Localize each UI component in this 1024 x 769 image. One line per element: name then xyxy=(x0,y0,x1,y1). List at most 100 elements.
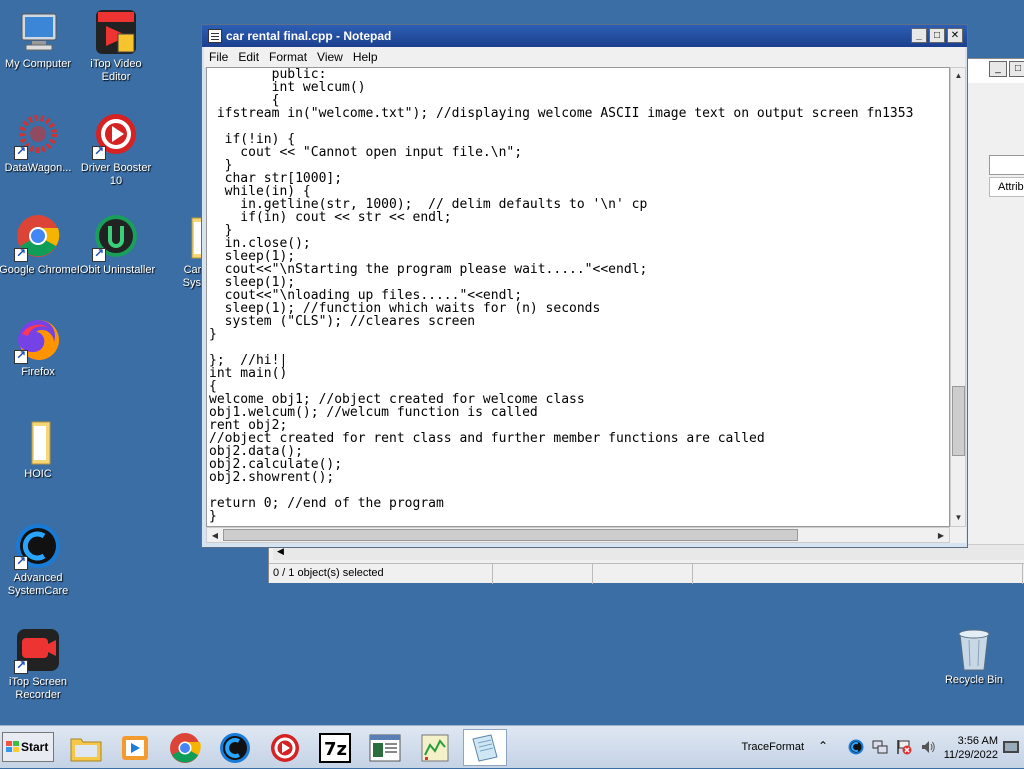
status-cell xyxy=(593,564,693,584)
system-tray: TraceFormat ⌃ 3:56 AM 11/29/2022 xyxy=(724,726,1024,769)
taskbar-chart-app-button[interactable] xyxy=(413,729,457,766)
desktop-icon-driver-booster[interactable]: Driver Booster 10 xyxy=(76,112,156,188)
system-clock[interactable]: 3:56 AM 11/29/2022 xyxy=(944,734,998,762)
explorer-statusbar: 0 / 1 object(s) selected xyxy=(269,563,1024,584)
shortcut-arrow-icon xyxy=(92,246,106,262)
screen-recorder-icon xyxy=(14,626,62,674)
status-cell xyxy=(493,564,593,584)
scroll-right-arrow-icon[interactable]: ▶ xyxy=(933,528,949,543)
taskbar-window-button[interactable] xyxy=(363,729,407,766)
desktop-icon-google-chrome[interactable]: Google Chrome xyxy=(0,214,78,277)
minimize-button[interactable]: _ xyxy=(989,61,1007,77)
explorer-window-controls: _ □ ✕ xyxy=(987,61,1024,77)
taskbar-notepad-button[interactable] xyxy=(463,729,507,766)
recycle-bin-icon xyxy=(950,624,998,672)
explorer-dropdown[interactable]: ▼ xyxy=(989,155,1024,175)
shortcut-arrow-icon xyxy=(14,144,28,160)
advanced-systemcare-tray-icon[interactable] xyxy=(848,739,864,755)
desktop-icon-itop-video-editor[interactable]: iTop Video Editor xyxy=(76,8,156,84)
start-button[interactable]: Start xyxy=(2,732,54,762)
menu-edit[interactable]: Edit xyxy=(233,47,264,67)
desktop-icon-itop-screen-recorder[interactable]: iTop Screen Recorder xyxy=(0,626,78,702)
driver-booster-icon xyxy=(271,733,299,762)
window-title: car rental final.cpp - Notepad xyxy=(226,29,392,43)
iobit-uninstaller-icon xyxy=(92,214,140,262)
taskbar-chrome-button[interactable] xyxy=(163,729,207,766)
vertical-scroll-thumb[interactable] xyxy=(952,386,965,456)
taskbar-advanced-systemcare-button[interactable] xyxy=(213,729,257,766)
computer-icon xyxy=(14,8,62,56)
shortcut-arrow-icon xyxy=(14,554,28,570)
desktop-icon-datawagon[interactable]: DataWagon... xyxy=(0,112,78,175)
menu-bar: File Edit Format View Help xyxy=(204,47,965,67)
status-cell xyxy=(693,564,1023,584)
advanced-systemcare-icon xyxy=(14,522,62,570)
desktop-icon-my-computer[interactable]: My Computer xyxy=(0,8,78,71)
start-label: Start xyxy=(21,740,49,754)
taskbar-driver-booster-button[interactable] xyxy=(263,729,307,766)
desktop-icon-label: iTop Screen Recorder xyxy=(8,676,68,701)
notepad-titlebar[interactable]: car rental final.cpp - Notepad _ □ ✕ xyxy=(202,25,967,47)
taskbar-7zip-button[interactable]: 7z xyxy=(313,729,357,766)
media-player-icon xyxy=(122,735,148,760)
status-selected-count: 0 / 1 object(s) selected xyxy=(269,564,493,584)
clock-time: 3:56 AM xyxy=(957,735,998,747)
firefox-icon xyxy=(14,316,62,364)
scroll-down-arrow-icon[interactable]: ▼ xyxy=(951,510,966,526)
close-button[interactable]: ✕ xyxy=(947,28,963,43)
menu-view[interactable]: View xyxy=(312,47,348,67)
shortcut-arrow-icon xyxy=(14,348,28,364)
desktop-icon-label: Recycle Bin xyxy=(944,674,1004,686)
desktop-icon-label: Advanced SystemCare xyxy=(7,572,69,597)
taskbar: Start 7z TraceFormat ⌃ 3:56 AM 11/29/202… xyxy=(0,725,1024,768)
horizontal-scroll-thumb[interactable] xyxy=(223,529,798,541)
clock-date: 11/29/2022 xyxy=(943,749,998,761)
network-icon[interactable] xyxy=(872,739,888,755)
desktop-icon-label: DataWagon... xyxy=(4,162,72,174)
shortcut-arrow-icon xyxy=(92,144,106,160)
folder-icon xyxy=(14,418,62,466)
show-hidden-icons-chevron-icon[interactable]: ⌃ xyxy=(818,739,834,755)
attributes-column-header[interactable]: Attributes xyxy=(989,177,1024,197)
minimize-button[interactable]: _ xyxy=(911,28,927,43)
text-editor-area[interactable]: public: int welcum() { ifstream in("welc… xyxy=(206,67,950,527)
desktop-icon-label: My Computer xyxy=(4,58,72,70)
shortcut-arrow-icon xyxy=(14,658,28,674)
shortcut-arrow-icon xyxy=(14,246,28,262)
taskbar-media-player-button[interactable] xyxy=(113,729,157,766)
desktop-icon-advanced-systemcare[interactable]: Advanced SystemCare xyxy=(0,522,78,598)
desktop-icon-firefox[interactable]: Firefox xyxy=(0,316,78,379)
volume-icon[interactable] xyxy=(920,739,936,755)
horizontal-scrollbar[interactable]: ◀ ▶ xyxy=(206,527,950,543)
menu-file[interactable]: File xyxy=(204,47,233,67)
tray-toolbar-label[interactable]: TraceFormat xyxy=(741,741,804,753)
desktop-icon-label: HOIC xyxy=(24,468,52,480)
advanced-systemcare-icon xyxy=(220,732,250,763)
scroll-up-arrow-icon[interactable]: ▲ xyxy=(951,68,966,84)
desktop-icon-label: IObit Uninstaller xyxy=(76,264,156,276)
editor-content[interactable]: public: int welcum() { ifstream in("welc… xyxy=(207,68,949,523)
notepad-icon xyxy=(208,29,222,43)
action-center-warning-icon[interactable] xyxy=(896,739,912,755)
notepad-icon xyxy=(472,733,498,762)
datawagon-icon xyxy=(14,112,62,160)
scrollbar-corner xyxy=(950,527,966,543)
video-editor-icon xyxy=(92,8,140,56)
maximize-button[interactable]: □ xyxy=(1009,61,1024,77)
notepad-window-controls: _ □ ✕ xyxy=(909,28,963,43)
desktop-icon-hoic[interactable]: HOIC xyxy=(0,418,78,481)
svg-text:7z: 7z xyxy=(324,739,347,760)
vertical-scrollbar[interactable]: ▲ ▼ xyxy=(950,67,966,527)
desktop-icon-label: iTop Video Editor xyxy=(90,58,142,83)
taskbar-explorer-button[interactable] xyxy=(64,729,108,766)
menu-help[interactable]: Help xyxy=(348,47,383,67)
menu-format[interactable]: Format xyxy=(264,47,312,67)
scroll-left-arrow-icon[interactable]: ◀ xyxy=(207,528,223,543)
maximize-button[interactable]: □ xyxy=(929,28,945,43)
notepad-window[interactable]: car rental final.cpp - Notepad _ □ ✕ Fil… xyxy=(201,24,968,548)
driver-booster-icon xyxy=(92,112,140,160)
desktop-icon-recycle-bin[interactable]: Recycle Bin xyxy=(934,624,1014,687)
desktop-icon-iobit-uninstaller[interactable]: IObit Uninstaller xyxy=(76,214,156,277)
notification-icon[interactable] xyxy=(1002,739,1020,755)
desktop-icon-label: Firefox xyxy=(21,366,55,378)
